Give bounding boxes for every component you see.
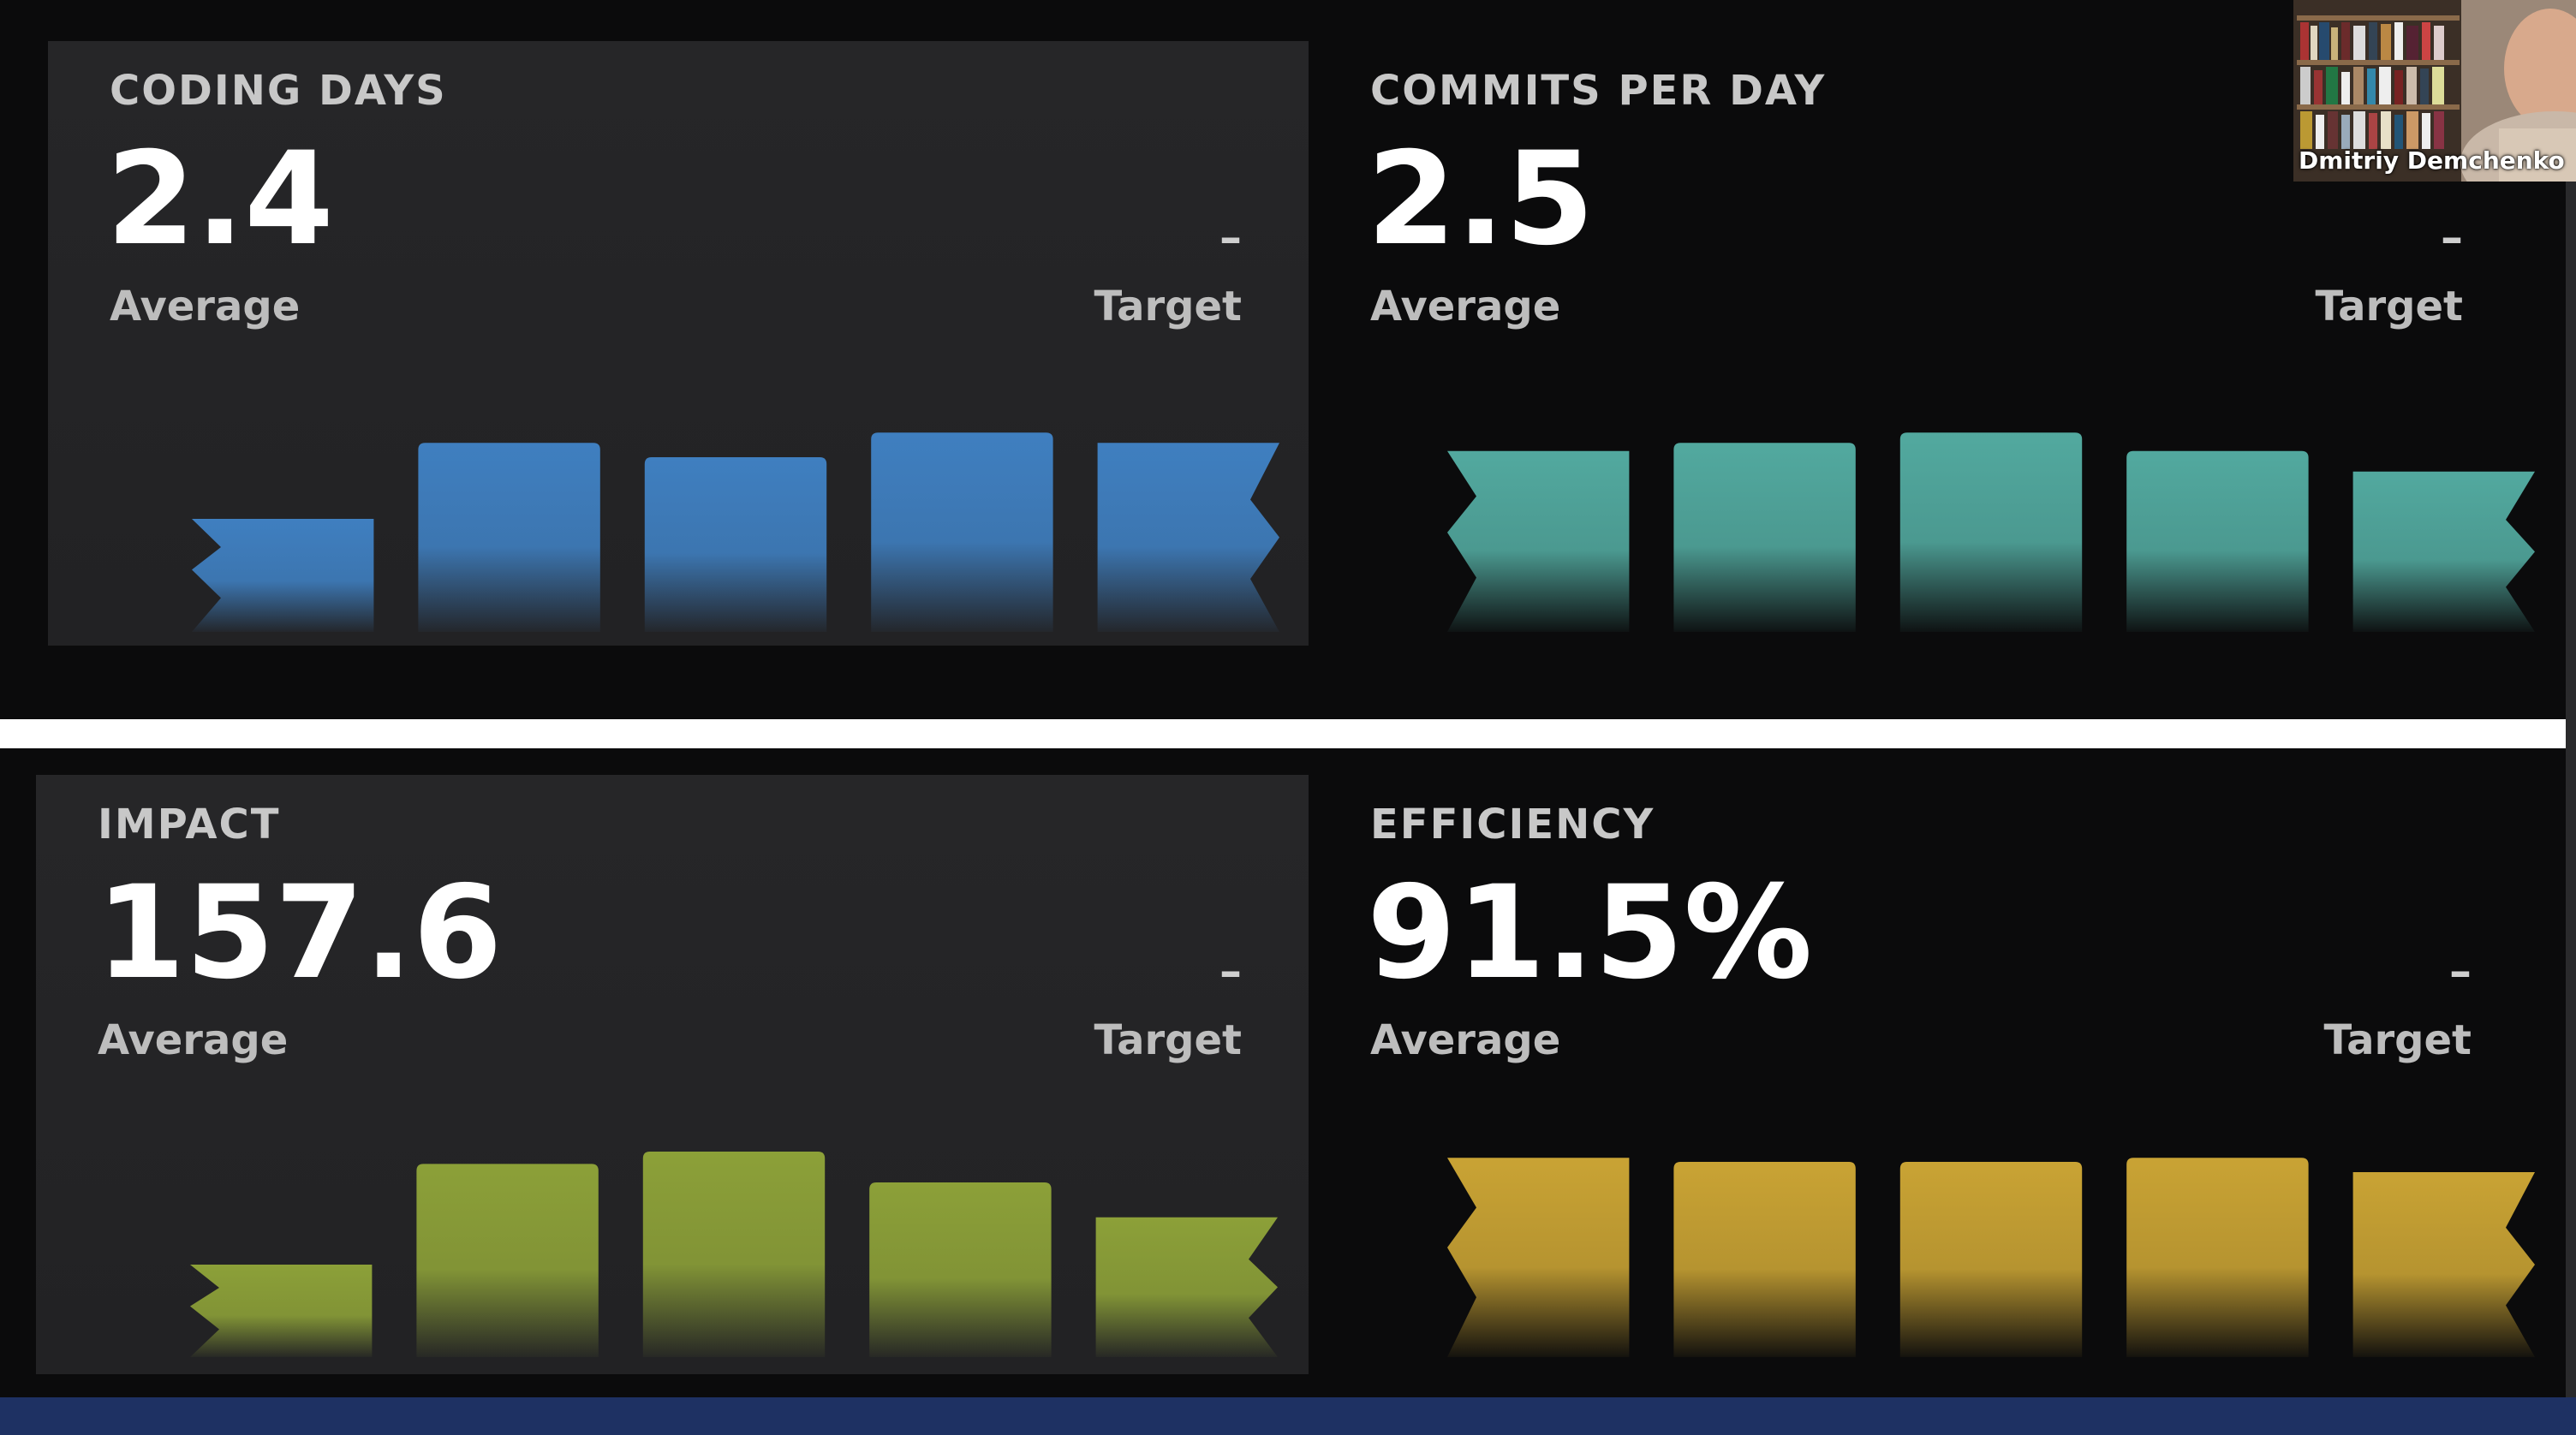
bar-4 <box>2126 1158 2309 1357</box>
average-value: 91.5% <box>1367 859 1813 1008</box>
bar-5 <box>2352 1172 2535 1357</box>
bar-2 <box>416 1164 599 1357</box>
bar-3 <box>642 1152 826 1357</box>
average-value: 2.5 <box>1367 125 1595 274</box>
bar-1 <box>190 1265 373 1357</box>
bar-5 <box>1097 443 1279 632</box>
average-value: 2.4 <box>106 125 334 274</box>
bar-5 <box>2352 471 2535 632</box>
bar-4 <box>869 1182 1052 1357</box>
dashboard-screen: CODING DAYS 2.4 Average – Target COMMITS… <box>0 0 2576 1435</box>
bar-3 <box>1899 1162 2083 1357</box>
average-value: 157.6 <box>96 859 503 1008</box>
impact-panel: IMPACT 157.6 Average – Target <box>36 775 1309 1374</box>
bar-2 <box>1673 443 1856 632</box>
target-label: Target <box>1094 1016 1242 1064</box>
target-label: Target <box>1094 283 1242 330</box>
panel-title: COMMITS PER DAY <box>1370 67 1827 115</box>
bottom-bar <box>0 1397 2576 1435</box>
bar-1 <box>1447 450 1630 632</box>
efficiency-bar-chart <box>1447 1158 2535 1357</box>
window-edge <box>2566 0 2576 1397</box>
bar-4 <box>871 432 1053 632</box>
average-label: Average <box>110 283 301 330</box>
impact-bar-chart <box>190 1152 1278 1357</box>
bar-1 <box>1447 1158 1630 1357</box>
bar-3 <box>1899 432 2083 632</box>
bar-2 <box>1673 1162 1856 1357</box>
panel-title: IMPACT <box>98 801 281 848</box>
webcam-video-tile[interactable]: Dmitriy Demchenko <box>2293 0 2576 182</box>
bar-3 <box>644 457 827 632</box>
bar-1 <box>192 519 374 632</box>
target-value: – <box>2441 212 2463 264</box>
average-label: Average <box>1370 1016 1561 1064</box>
panel-title: EFFICIENCY <box>1370 801 1655 848</box>
average-label: Average <box>98 1016 289 1064</box>
bar-5 <box>1095 1217 1278 1357</box>
commits-per-day-bar-chart <box>1447 432 2535 632</box>
target-value: – <box>2449 946 2472 997</box>
average-label: Average <box>1370 283 1561 330</box>
bar-2 <box>418 443 600 632</box>
target-label: Target <box>2315 283 2463 330</box>
target-value: – <box>1219 212 1242 264</box>
target-value: – <box>1219 946 1242 997</box>
bar-4 <box>2126 450 2309 632</box>
coding-days-bar-chart <box>192 432 1279 632</box>
participant-name: Dmitriy Demchenko <box>2299 146 2565 175</box>
section-divider <box>0 719 2576 748</box>
panel-title: CODING DAYS <box>110 67 447 115</box>
target-label: Target <box>2323 1016 2472 1064</box>
coding-days-panel: CODING DAYS 2.4 Average – Target <box>48 41 1309 646</box>
efficiency-panel: EFFICIENCY 91.5% Average – Target <box>1310 775 2552 1374</box>
